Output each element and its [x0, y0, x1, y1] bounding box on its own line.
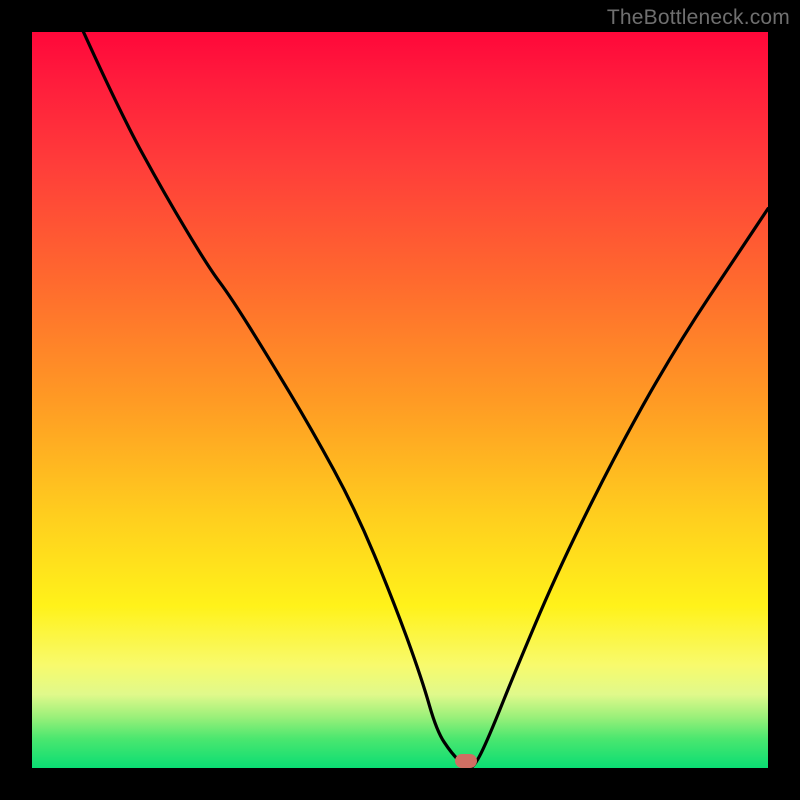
- optimal-point-marker: [455, 754, 477, 768]
- chart-frame: TheBottleneck.com: [0, 0, 800, 800]
- bottleneck-curve: [32, 32, 768, 768]
- chart-plot-area: [32, 32, 768, 768]
- attribution-text: TheBottleneck.com: [607, 6, 790, 30]
